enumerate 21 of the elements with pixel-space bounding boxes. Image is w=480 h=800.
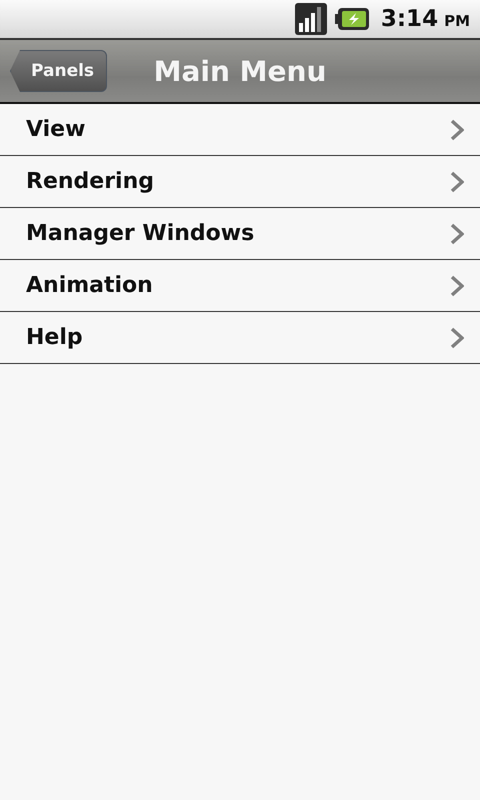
- menu-item[interactable]: Help: [0, 312, 480, 364]
- clock-time: 3:14: [380, 6, 438, 32]
- menu-item[interactable]: Rendering: [0, 156, 480, 208]
- chevron-icon: [450, 274, 464, 296]
- chevron-icon: [450, 326, 464, 348]
- chevron-icon: [450, 118, 464, 140]
- menu-item-label: Rendering: [26, 169, 154, 194]
- menu-item[interactable]: Manager Windows: [0, 208, 480, 260]
- menu-item-label: View: [26, 117, 86, 142]
- back-button[interactable]: Panels: [10, 50, 108, 92]
- battery-icon: [334, 7, 369, 31]
- menu-item[interactable]: Animation: [0, 260, 480, 312]
- clock-period: PM: [444, 12, 470, 30]
- menu-item[interactable]: View: [0, 104, 480, 156]
- signal-icon: [294, 3, 327, 35]
- screen-title: Main Menu: [154, 54, 326, 88]
- chevron-icon: [450, 170, 464, 192]
- menu-item-label: Animation: [26, 273, 153, 298]
- menu-item-label: Help: [26, 325, 83, 350]
- chevron-icon: [450, 222, 464, 244]
- menu-item-label: Manager Windows: [26, 221, 254, 246]
